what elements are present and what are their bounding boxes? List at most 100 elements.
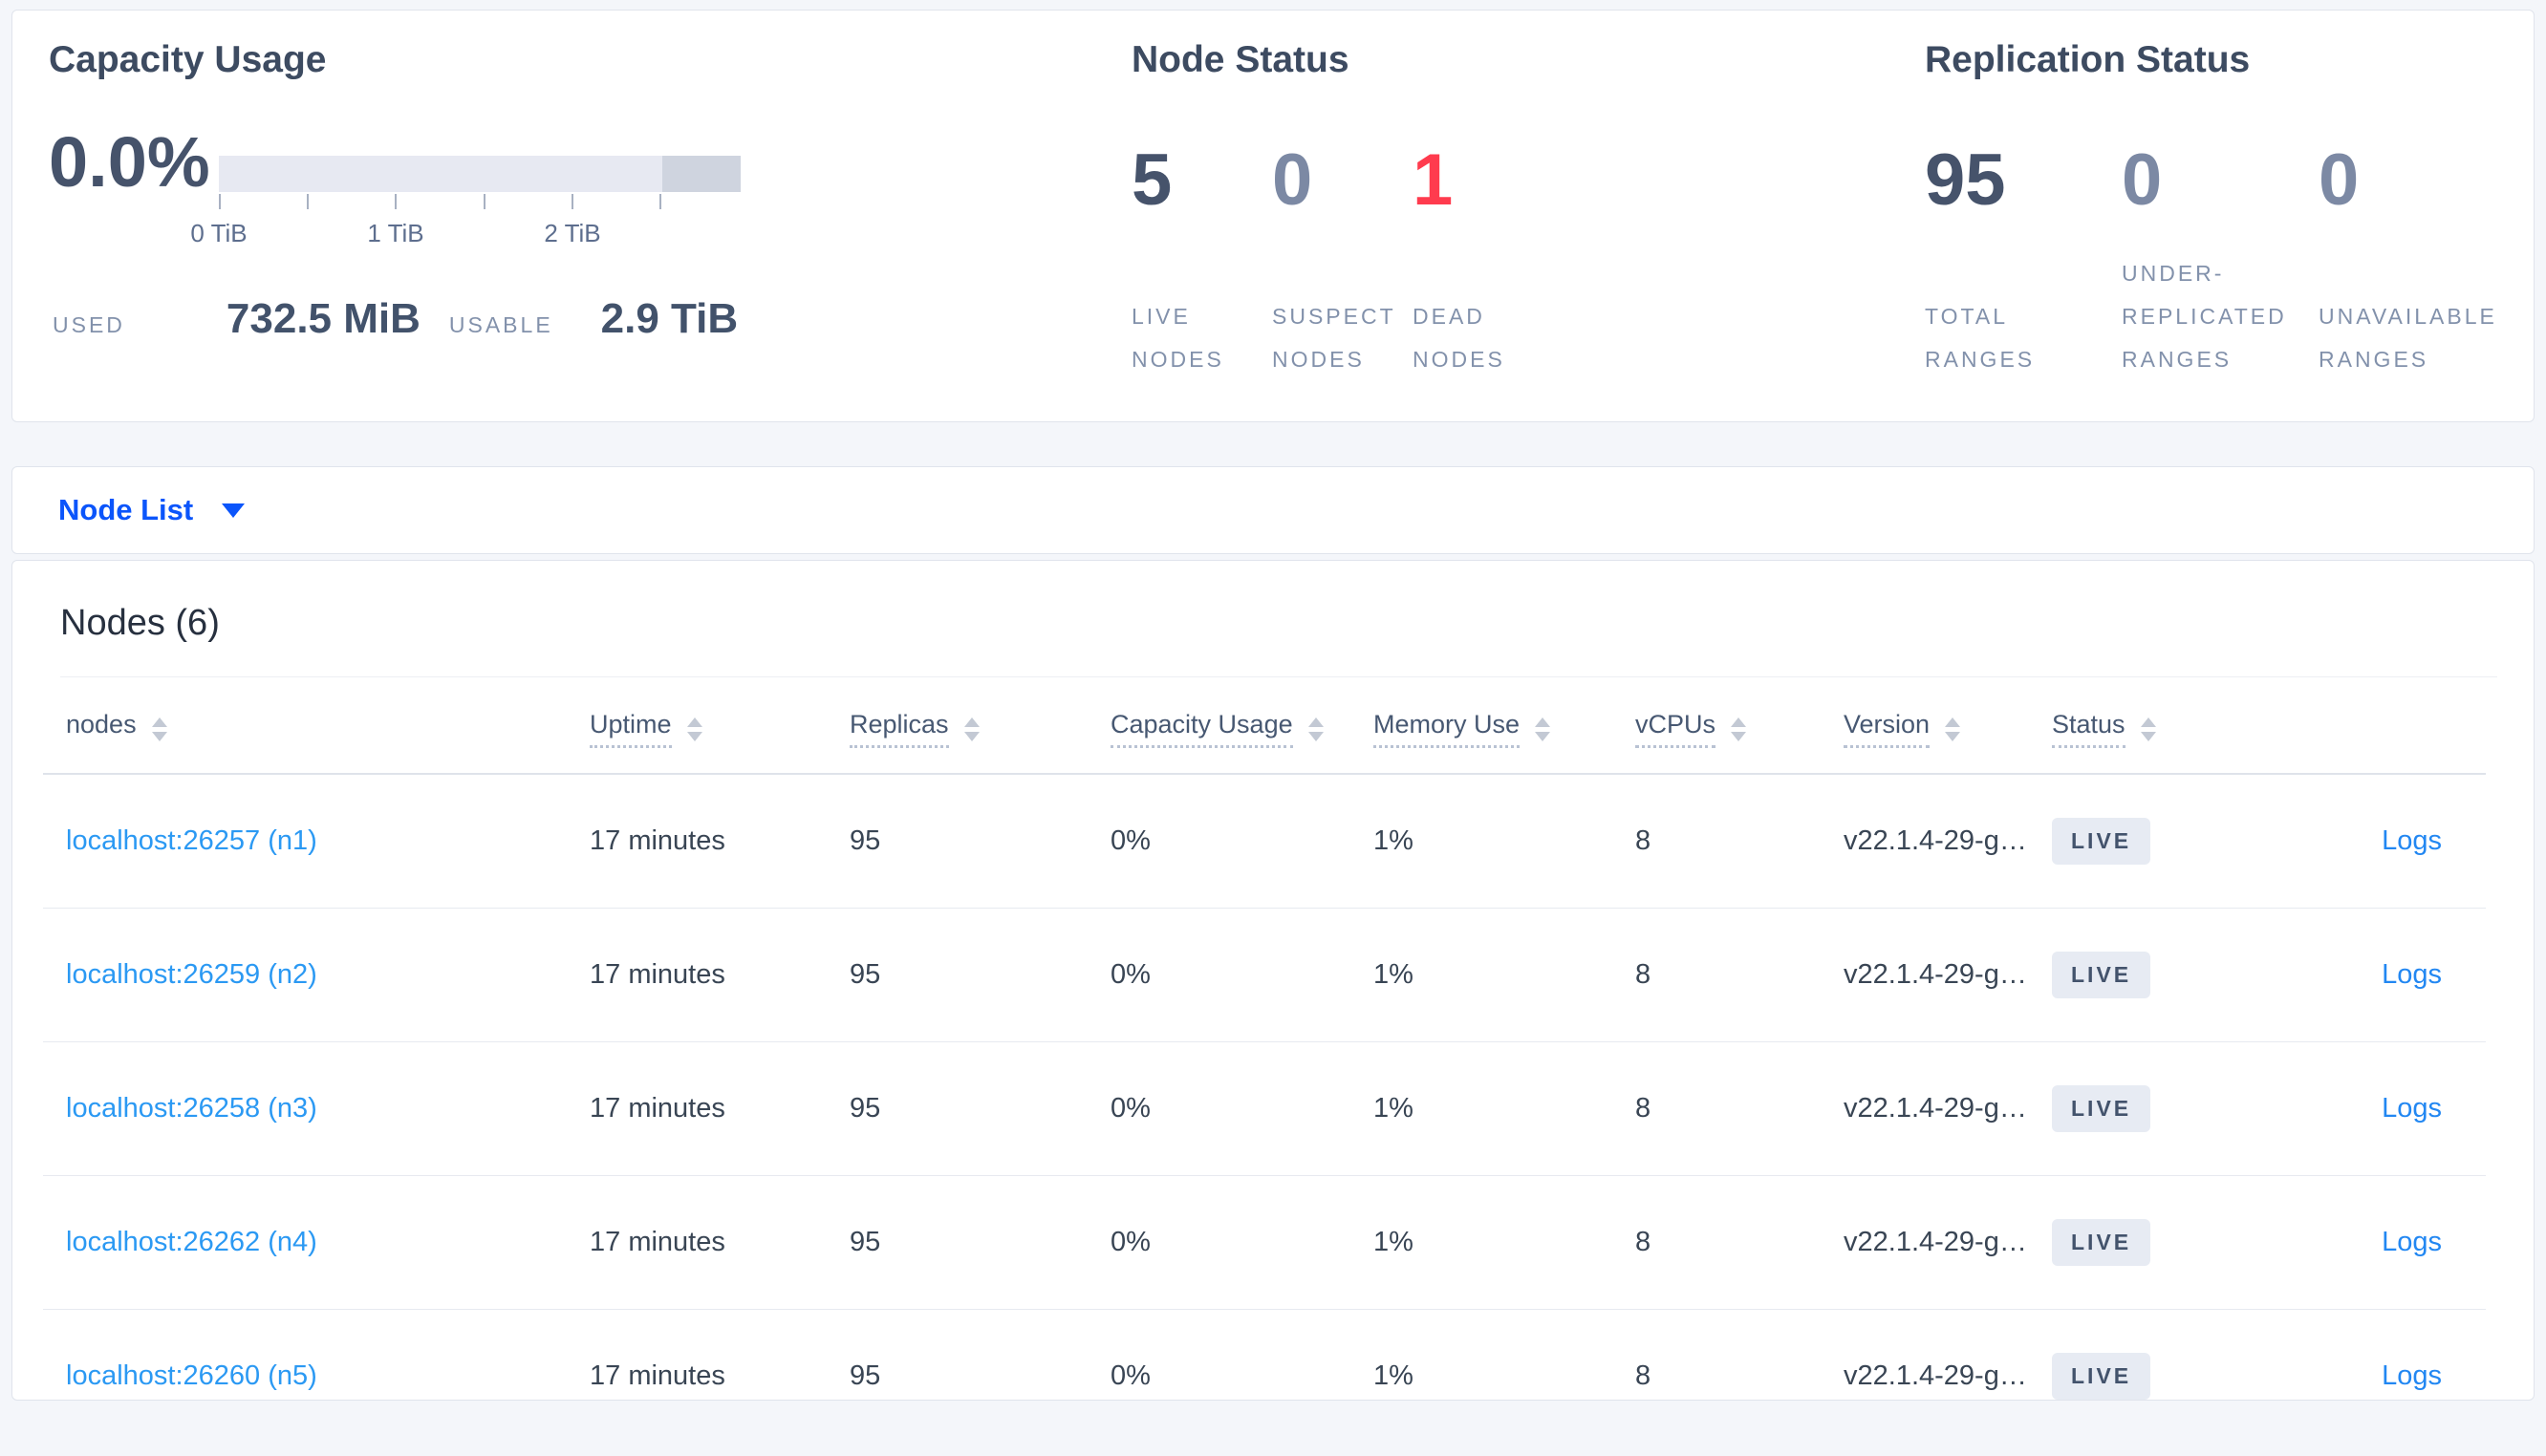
column-header[interactable]: Uptime xyxy=(590,710,850,748)
status-badge: LIVE xyxy=(2052,818,2151,865)
chevron-down-icon xyxy=(222,503,246,518)
sort-asc-arrow-icon xyxy=(1945,717,1961,727)
replication-metric: 0 UNAVAILABLE RANGES xyxy=(2319,142,2515,381)
logs-link[interactable]: Logs xyxy=(2382,1093,2486,1124)
capacity-usage-bar xyxy=(219,156,741,192)
nodes-table-panel: Nodes (6) nodes Uptime Replicas Capacity… xyxy=(11,560,2535,1401)
sort-desc-arrow-icon xyxy=(151,731,167,741)
capacity-stats: USED 732.5 MiB USABLE 2.9 TiB xyxy=(53,295,738,343)
metric-label: TOTAL RANGES xyxy=(1925,304,2036,373)
table-row: localhost:26262 (n4) 17 minutes 95 0% 1%… xyxy=(43,1176,2486,1310)
capacity-usage-title: Capacity Usage xyxy=(49,39,327,80)
logs-link[interactable]: Logs xyxy=(2382,825,2486,857)
sort-asc-arrow-icon xyxy=(2140,717,2156,727)
replicas-cell: 95 xyxy=(850,959,881,990)
nodes-section-title: Nodes (6) xyxy=(60,603,220,643)
sort-icon xyxy=(1945,717,1961,741)
sort-icon xyxy=(963,717,980,741)
version-cell: v22.1.4-29-g… xyxy=(1844,959,2027,990)
node-status-metric: 5 LIVE NODES xyxy=(1132,142,1272,381)
tick-mark xyxy=(659,194,661,209)
node-status-metric: 0 SUSPECT NODES xyxy=(1272,142,1413,381)
used-value: 732.5 MiB xyxy=(226,295,421,342)
replicas-cell: 95 xyxy=(850,1093,881,1124)
vcpus-cell: 8 xyxy=(1635,959,1651,990)
tick-label-2tib: 2 TiB xyxy=(544,219,601,247)
version-cell: v22.1.4-29-g… xyxy=(1844,1360,2027,1391)
logs-link[interactable]: Logs xyxy=(2382,959,2486,991)
column-header[interactable]: Capacity Usage xyxy=(1111,710,1373,748)
replication-status-title: Replication Status xyxy=(1925,39,2251,80)
logs-link[interactable]: Logs xyxy=(2382,1360,2486,1392)
column-header-label: vCPUs xyxy=(1635,710,1716,748)
sort-desc-arrow-icon xyxy=(686,731,702,741)
sort-icon xyxy=(151,717,167,741)
replication-status-metrics: 95 TOTAL RANGES 0 UNDER-REPLICATED RANGE… xyxy=(1925,142,2515,381)
usable-label: USABLE xyxy=(448,312,553,337)
node-address-link[interactable]: localhost:26258 (n3) xyxy=(66,1093,590,1124)
column-header[interactable]: nodes xyxy=(66,710,590,748)
status-badge: LIVE xyxy=(2052,1085,2151,1132)
node-address-link[interactable]: localhost:26262 (n4) xyxy=(66,1227,590,1258)
replication-metric: 0 UNDER-REPLICATED RANGES xyxy=(2122,142,2319,381)
cluster-overview-page: Capacity Usage 0.0% 0 TiB 1 TiB 2 TiB US… xyxy=(0,0,2546,1401)
memory-use-cell: 1% xyxy=(1373,1360,1413,1391)
sort-desc-arrow-icon xyxy=(2140,731,2156,741)
nodes-table-body: localhost:26257 (n1) 17 minutes 95 0% 1%… xyxy=(43,775,2486,1400)
node-status-metric: 1 DEAD NODES xyxy=(1413,142,1553,381)
replicas-cell: 95 xyxy=(850,1360,881,1391)
sort-asc-arrow-icon xyxy=(1731,717,1747,727)
tick-mark xyxy=(395,194,397,209)
tick-mark xyxy=(572,194,573,209)
column-header[interactable]: Memory Use xyxy=(1373,710,1635,748)
uptime-cell: 17 minutes xyxy=(590,1227,725,1257)
nodes-table: nodes Uptime Replicas Capacity Usage Mem… xyxy=(43,677,2486,1400)
sort-asc-arrow-icon xyxy=(1535,717,1551,727)
node-address-link[interactable]: localhost:26257 (n1) xyxy=(66,825,590,857)
sort-desc-arrow-icon xyxy=(1535,731,1551,741)
uptime-cell: 17 minutes xyxy=(590,959,725,990)
metric-value: 95 xyxy=(1925,139,2006,221)
node-list-dropdown-label: Node List xyxy=(58,493,194,526)
column-header[interactable]: Replicas xyxy=(850,710,1111,748)
overview-summary-panel: Capacity Usage 0.0% 0 TiB 1 TiB 2 TiB US… xyxy=(11,10,2535,422)
capacity-bar-usable-segment xyxy=(219,156,663,192)
sort-asc-arrow-icon xyxy=(1307,717,1324,727)
column-header[interactable]: Status xyxy=(2052,710,2287,748)
status-badge: LIVE xyxy=(2052,1219,2151,1266)
version-cell: v22.1.4-29-g… xyxy=(1844,825,2027,856)
sort-icon xyxy=(2140,717,2156,741)
tick-mark xyxy=(484,194,485,209)
node-address-link[interactable]: localhost:26260 (n5) xyxy=(66,1360,590,1392)
replication-metric: 95 TOTAL RANGES xyxy=(1925,142,2122,381)
version-cell: v22.1.4-29-g… xyxy=(1844,1227,2027,1257)
replicas-cell: 95 xyxy=(850,1227,881,1257)
logs-link[interactable]: Logs xyxy=(2382,1227,2486,1258)
tick-label-1tib: 1 TiB xyxy=(367,219,424,247)
table-row: localhost:26258 (n3) 17 minutes 95 0% 1%… xyxy=(43,1042,2486,1176)
column-header[interactable]: vCPUs xyxy=(1635,710,1844,748)
metric-value: 0 xyxy=(2319,139,2360,221)
sort-asc-arrow-icon xyxy=(963,717,980,727)
sort-asc-arrow-icon xyxy=(686,717,702,727)
tick-label-0tib: 0 TiB xyxy=(190,219,248,247)
vcpus-cell: 8 xyxy=(1635,1227,1651,1257)
column-header[interactable]: Version xyxy=(1844,710,2052,748)
table-row: localhost:26260 (n5) 17 minutes 95 0% 1%… xyxy=(43,1310,2486,1400)
metric-label: LIVE NODES xyxy=(1132,304,1224,373)
memory-use-cell: 1% xyxy=(1373,825,1413,856)
metric-value: 0 xyxy=(1272,139,1313,221)
node-list-dropdown[interactable]: Node List xyxy=(58,493,246,527)
replicas-cell: 95 xyxy=(850,825,881,856)
column-header-label: Capacity Usage xyxy=(1111,710,1293,748)
capacity-usage-cell: 0% xyxy=(1111,1360,1151,1391)
usable-value: 2.9 TiB xyxy=(600,295,739,342)
column-header-label: Status xyxy=(2052,710,2125,748)
sort-desc-arrow-icon xyxy=(963,731,980,741)
sort-icon xyxy=(1535,717,1551,741)
sort-desc-arrow-icon xyxy=(1945,731,1961,741)
tick-mark xyxy=(219,194,221,209)
vcpus-cell: 8 xyxy=(1635,825,1651,856)
node-address-link[interactable]: localhost:26259 (n2) xyxy=(66,959,590,991)
metric-label: UNDER-REPLICATED RANGES xyxy=(2122,261,2287,373)
